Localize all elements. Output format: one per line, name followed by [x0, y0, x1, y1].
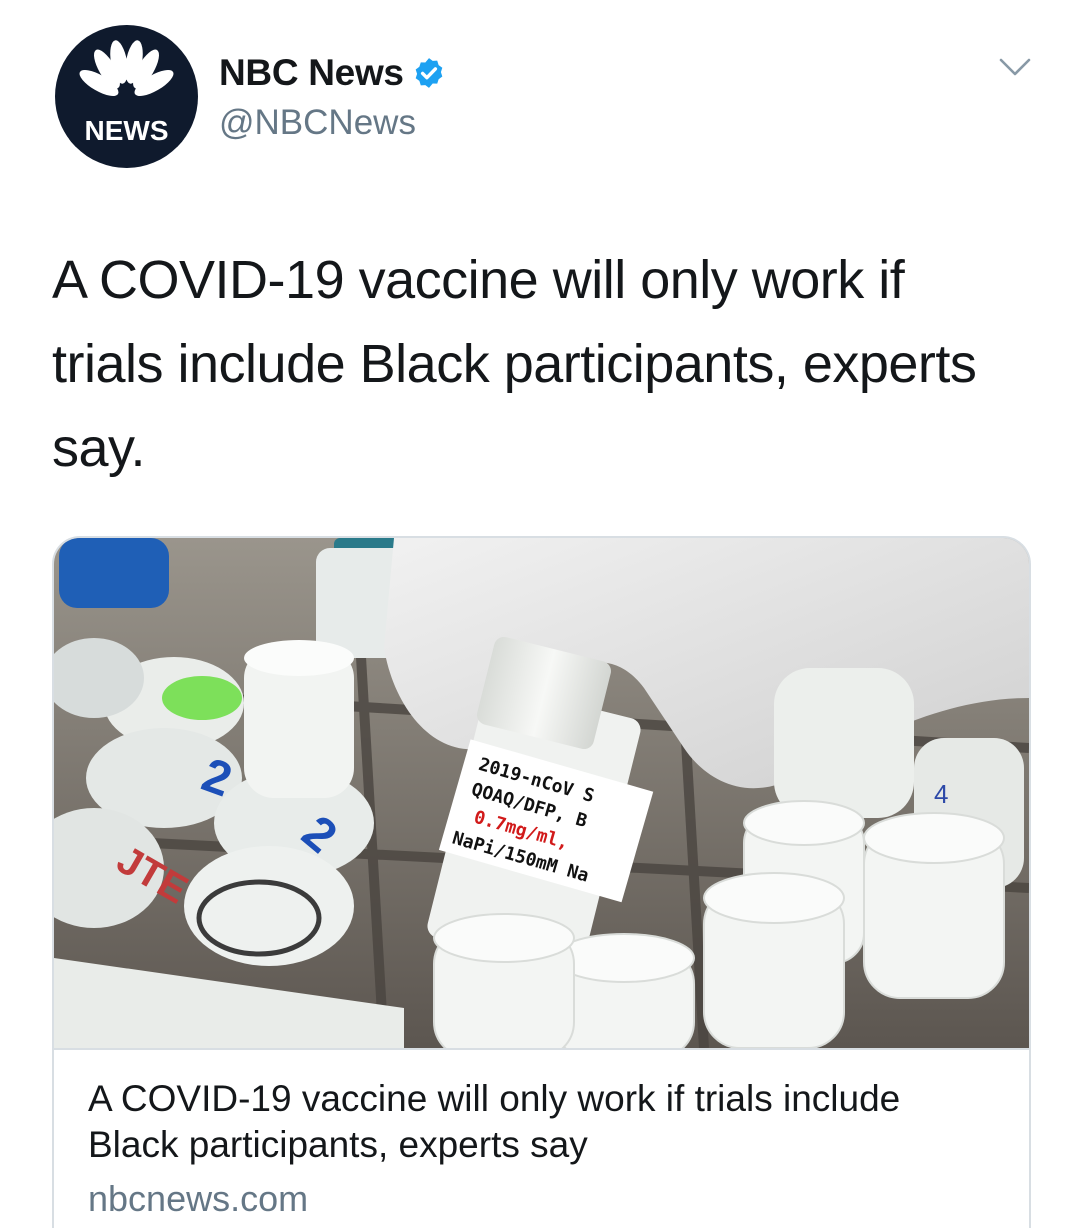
- card-divider: [54, 1048, 1029, 1050]
- author-name-row: NBC News: [219, 48, 446, 98]
- tweet-text: A COVID-19 vaccine will only work if tri…: [52, 250, 977, 478]
- avatar-logo-text: NEWS: [85, 115, 169, 146]
- nbc-peacock-logo: NEWS: [69, 40, 184, 147]
- card-title[interactable]: A COVID-19 vaccine will only work if tri…: [88, 1076, 988, 1168]
- verified-badge-icon: [412, 56, 446, 90]
- author-handle[interactable]: @NBCNews: [219, 103, 416, 143]
- tweet: NEWS NBC News @NBCNews A COVID-19 vaccin…: [0, 0, 1080, 1228]
- chevron-down-icon[interactable]: [998, 56, 1032, 80]
- card-image[interactable]: 2 2 JTE 2019-nCoV S QOAQ/DFP, B 0.7mg/ml…: [54, 538, 1029, 1048]
- card-domain[interactable]: nbcnews.com: [88, 1178, 308, 1220]
- display-name[interactable]: NBC News: [219, 52, 404, 94]
- svg-text:4: 4: [934, 779, 948, 809]
- avatar[interactable]: NEWS: [55, 25, 198, 168]
- link-card[interactable]: 2 2 JTE 2019-nCoV S QOAQ/DFP, B 0.7mg/ml…: [52, 536, 1031, 1228]
